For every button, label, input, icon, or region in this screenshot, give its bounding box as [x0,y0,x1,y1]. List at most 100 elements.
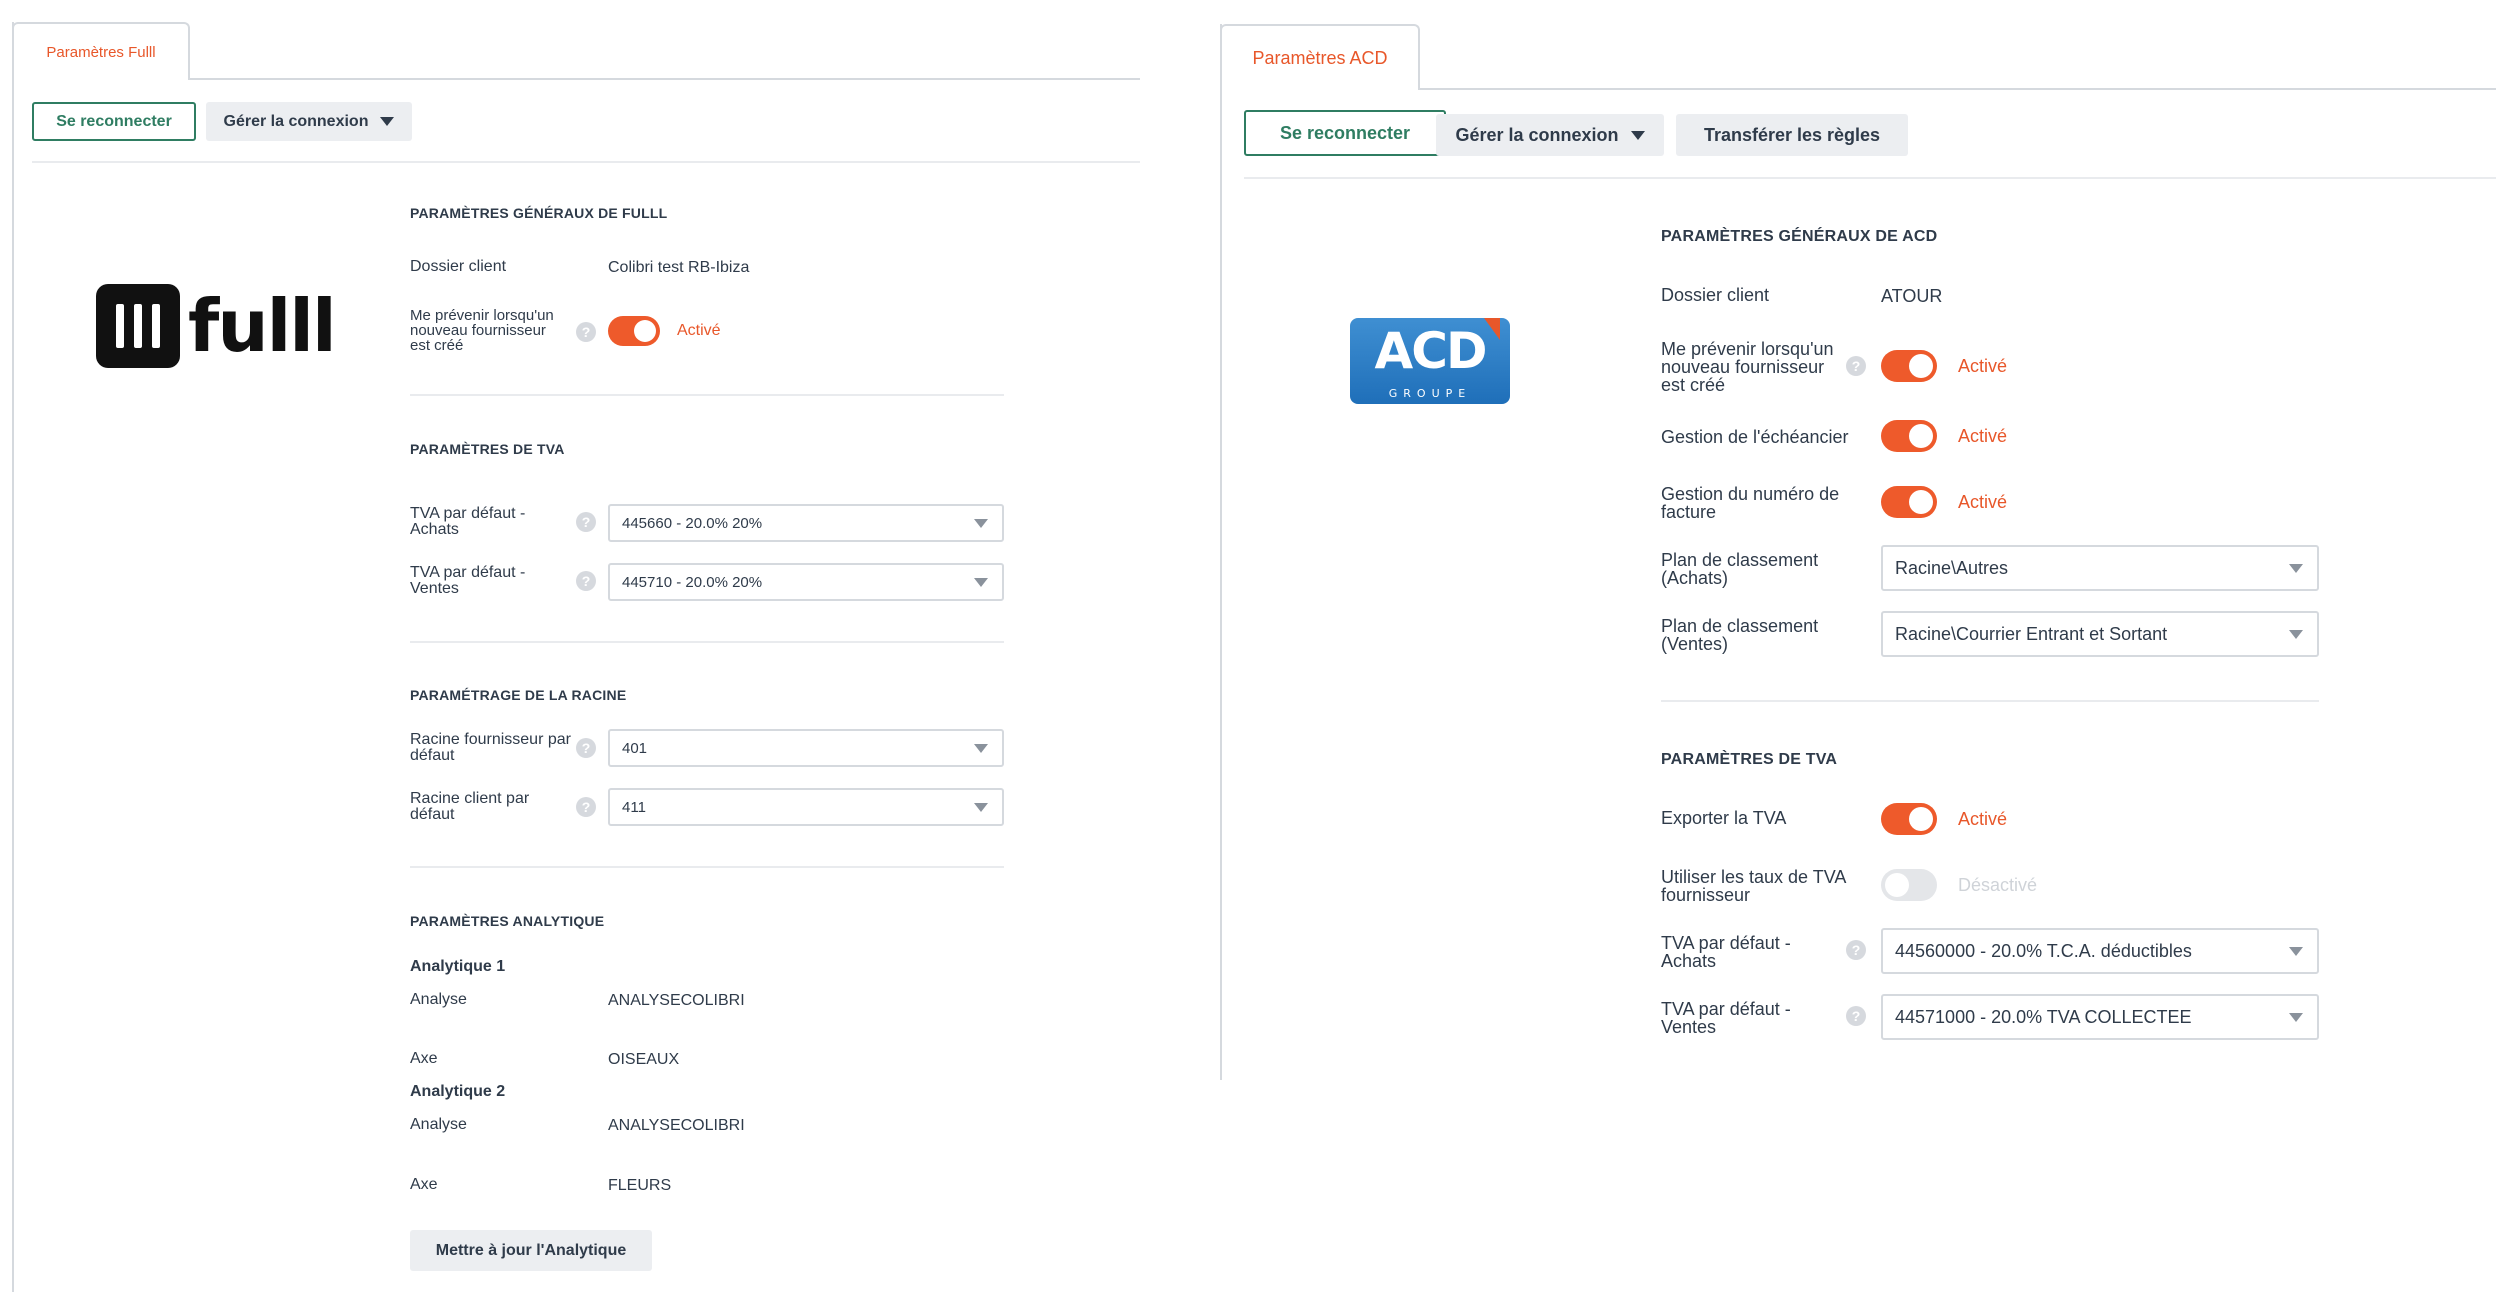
notify-new-supplier-toggle[interactable] [1881,350,1937,382]
tab-fulll-settings[interactable]: Paramètres Fulll [12,22,190,80]
section-title-tva: Paramètres de TVA [1661,751,1838,768]
plan-purchases-select[interactable]: Racine\Autres [1881,545,2319,591]
axe-label: Axe [410,1050,438,1067]
tva-purchases-value: 445660 - 20.0% 20% [622,514,763,532]
plan-sales-select[interactable]: Racine\Courrier Entrant et Sortant [1881,611,2319,657]
plan-purchases-label: Plan de classement (Achats) [1661,550,1819,588]
tab-acd-settings[interactable]: Paramètres ACD [1220,24,1420,90]
client-folder-value: Colibri test RB-Ibiza [608,259,750,276]
help-icon[interactable]: ? [576,322,596,342]
section-title-general: Paramètres généraux de Fulll [410,205,668,221]
axe-label: Axe [410,1176,438,1193]
client-folder-label: Dossier client [410,258,507,275]
invoice-number-toggle[interactable] [1881,486,1937,518]
tva-sales-value: 445710 - 20.0% 20% [622,573,763,591]
tab-bar-line [188,78,1140,80]
racine-client-label: Racine client par défaut [410,790,530,823]
export-tva-toggle[interactable] [1881,803,1937,835]
plan-sales-value: Racine\Courrier Entrant et Sortant [1895,623,2168,644]
section-divider [1661,700,2319,702]
acd-logo: ACD GROUPE [1350,318,1510,404]
schedule-management-label: Gestion de l'échéancier [1661,427,1849,447]
manage-connection-dropdown[interactable]: Gérer la connexion [1436,114,1664,156]
tva-purchases-label: TVA par défaut - Achats [410,505,526,538]
plan-sales-label: Plan de classement (Ventes) [1661,616,1819,654]
supplier-tva-rates-status: Désactivé [1958,875,2038,895]
help-icon[interactable]: ? [1846,1006,1866,1026]
fulll-logo-mark-icon [96,284,180,368]
tab-bar-line [1418,88,2496,90]
racine-supplier-label: Racine fournisseur par défaut [410,731,571,764]
notify-new-supplier-toggle[interactable] [608,316,660,346]
chevron-down-icon [974,578,988,587]
help-icon[interactable]: ? [576,738,596,758]
tva-sales-select[interactable]: 44571000 - 20.0% TVA COLLECTEE [1881,994,2319,1040]
tva-sales-value: 44571000 - 20.0% TVA COLLECTEE [1895,1006,2192,1027]
invoice-number-status: Activé [1958,492,2008,512]
chevron-down-icon [2289,564,2303,573]
chevron-down-icon [1630,130,1645,140]
manage-connection-label: Gérer la connexion [1455,124,1619,145]
fulll-logo-wordmark: fulll [188,284,337,368]
help-icon[interactable]: ? [1846,940,1866,960]
fulll-settings-panel: Paramètres Fulll Se reconnecter Gérer la… [0,0,1140,1292]
analytics-group-title: Analytique 1 [410,958,506,975]
section-title-tva: Paramètres de TVA [410,441,565,457]
analyse-label: Analyse [410,991,467,1008]
acd-logo-subtext: GROUPE [1388,387,1472,400]
chevron-down-icon [380,117,395,126]
plan-purchases-value: Racine\Autres [1895,557,2009,578]
racine-client-value: 411 [622,798,646,816]
notify-new-supplier-label: Me prévenir lorsqu'un nouveau fournisseu… [1661,339,1834,395]
racine-supplier-value: 401 [622,739,648,757]
client-folder-label: Dossier client [1661,285,1770,305]
notify-new-supplier-status: Activé [677,322,721,339]
tva-purchases-select[interactable]: 44560000 - 20.0% T.C.A. déductibles [1881,928,2319,974]
update-analytics-button[interactable]: Mettre à jour l'Analytique [410,1230,652,1271]
section-divider [410,641,1004,643]
chevron-down-icon [974,744,988,753]
section-divider [410,866,1004,868]
schedule-management-toggle[interactable] [1881,420,1937,452]
export-tva-status: Activé [1958,809,2008,829]
analytics-group-title: Analytique 2 [410,1083,506,1100]
tva-purchases-select[interactable]: 445660 - 20.0% 20% [608,504,1004,542]
invoice-number-label: Gestion du numéro de facture [1661,484,1840,522]
manage-connection-label: Gérer la connexion [223,112,369,130]
analyse-label: Analyse [410,1116,467,1133]
reconnect-button[interactable]: Se reconnecter [32,102,196,141]
tva-sales-select[interactable]: 445710 - 20.0% 20% [608,563,1004,601]
supplier-tva-rates-toggle[interactable] [1881,869,1937,901]
toolbar-divider [1244,177,2496,179]
transfer-rules-button[interactable]: Transférer les règles [1676,114,1908,156]
toolbar-divider [32,161,1140,163]
schedule-management-status: Activé [1958,426,2008,446]
analyse-value: ANALYSECOLIBRI [608,992,745,1009]
help-icon[interactable]: ? [576,512,596,532]
fulll-logo: fulll [96,284,337,368]
panel-left-border [1220,24,1222,1080]
chevron-down-icon [2289,947,2303,956]
reconnect-button[interactable]: Se reconnecter [1244,110,1446,156]
analyse-value: ANALYSECOLIBRI [608,1117,745,1134]
racine-client-select[interactable]: 411 [608,788,1004,826]
tva-sales-label: TVA par défaut - Ventes [1661,999,1791,1037]
section-title-racine: Paramétrage de la racine [410,687,627,703]
section-divider [410,394,1004,396]
chevron-down-icon [974,803,988,812]
tva-purchases-value: 44560000 - 20.0% T.C.A. déductibles [1895,940,2192,961]
help-icon[interactable]: ? [576,571,596,591]
racine-supplier-select[interactable]: 401 [608,729,1004,767]
acd-settings-panel: Paramètres ACD Se reconnecter Gérer la c… [1220,0,2496,1080]
section-title-general: Paramètres généraux de ACD [1661,228,1938,245]
help-icon[interactable]: ? [1846,356,1866,376]
chevron-down-icon [2289,630,2303,639]
manage-connection-dropdown[interactable]: Gérer la connexion [206,102,412,141]
supplier-tva-rates-label: Utiliser les taux de TVA fournisseur [1661,867,1846,905]
notify-new-supplier-status: Activé [1958,356,2008,376]
axe-value: FLEURS [608,1177,672,1194]
help-icon[interactable]: ? [576,797,596,817]
tva-purchases-label: TVA par défaut - Achats [1661,933,1791,971]
section-title-analytics: Paramètres analytique [410,913,605,929]
panel-left-border [12,22,14,1292]
